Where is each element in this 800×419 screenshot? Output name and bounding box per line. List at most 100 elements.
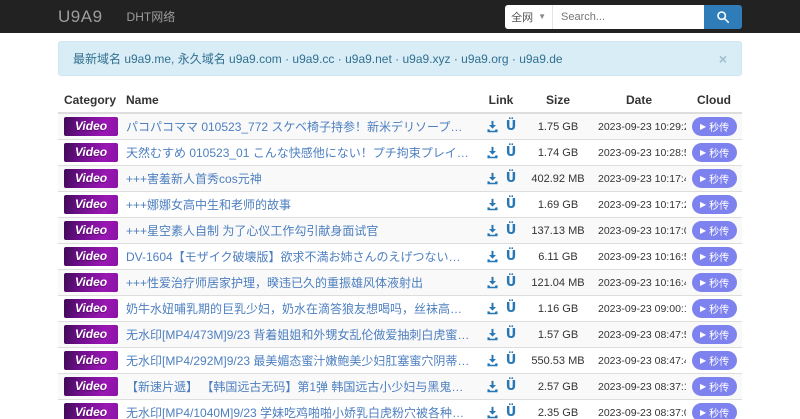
magnet-link-icon[interactable]: Ü	[506, 301, 517, 316]
magnet-link-icon[interactable]: Ü	[506, 405, 517, 419]
search-input[interactable]	[552, 4, 704, 29]
magnet-link-icon[interactable]: Ü	[506, 223, 517, 238]
download-torrent-icon[interactable]	[486, 328, 499, 341]
cloud-instant-upload-button[interactable]: ▶ 秒传	[692, 325, 738, 344]
close-icon[interactable]: ×	[719, 52, 727, 66]
torrent-name-link[interactable]: +++星空素人自制 为了心仪工作勾引献身面试官	[126, 222, 472, 239]
name-cell: 天然むすめ 010523_01 こんな快感他にない！プチ拘束プレイで絶頂イキ 高…	[120, 139, 478, 166]
torrent-name-link[interactable]: 无水印[MP4/292M]9/23 最美媚态蜜汁嫩鲍美少妇肛塞蜜穴阴蒂刺激翻倍炮…	[126, 352, 472, 369]
torrent-name-link[interactable]: +++娜娜女高中生和老师的故事	[126, 196, 472, 213]
cloud-instant-upload-button[interactable]: ▶ 秒传	[692, 377, 738, 396]
torrent-name-link[interactable]: 天然むすめ 010523_01 こんな快感他にない！プチ拘束プレイで絶頂イキ 高…	[126, 144, 472, 161]
cloud-instant-upload-button[interactable]: ▶ 秒传	[692, 221, 738, 240]
torrent-name-link[interactable]: 无水印[MP4/1040M]9/23 学妹吃鸡啪啪小娇乳白虎粉穴被各种姿势无套输…	[126, 404, 472, 419]
size-cell: 121.04 MB	[524, 269, 592, 296]
cloud-instant-upload-button[interactable]: ▶ 秒传	[692, 169, 738, 188]
category-cell: Video	[58, 113, 120, 140]
video-category-badge[interactable]: Video	[64, 169, 118, 188]
size-cell: 1.57 GB	[524, 321, 592, 348]
magnet-link-icon[interactable]: Ü	[506, 379, 517, 394]
magnet-link-icon[interactable]: Ü	[506, 145, 517, 160]
download-torrent-icon[interactable]	[486, 380, 499, 393]
link-cell: Ü	[478, 295, 524, 322]
video-category-badge[interactable]: Video	[64, 117, 118, 136]
download-torrent-icon[interactable]	[486, 172, 499, 185]
download-torrent-icon[interactable]	[486, 406, 499, 419]
torrent-name-link[interactable]: +++性爱治疗师居家护理，暌违已久的重振雄风体液射出	[126, 274, 472, 291]
torrent-name-link[interactable]: パコパコママ 010523_772 スケベ椅子持参！新米デリソープ嬢 一条まや	[126, 118, 472, 135]
cloud-button-label: 秒传	[709, 409, 730, 419]
table-row: Video 奶牛水妞哺乳期的巨乳少妇，奶水在滴答狼友想喝吗，丝袜高跟诱惑 Ü 1.16…	[58, 295, 742, 322]
cloud-instant-upload-button[interactable]: ▶ 秒传	[692, 195, 738, 214]
video-category-badge[interactable]: Video	[64, 221, 118, 240]
cloud-button-label: 秒传	[709, 201, 730, 212]
video-category-badge[interactable]: Video	[64, 195, 118, 214]
download-torrent-icon[interactable]	[486, 250, 499, 263]
cloud-cell: ▶ 秒传	[686, 139, 742, 166]
name-cell: 奶牛水妞哺乳期的巨乳少妇，奶水在滴答狼友想喝吗，丝袜高跟诱惑	[120, 295, 478, 322]
table-row: Video +++娜娜女高中生和老师的故事 Ü 1.69 GB 2023-09-23 1…	[58, 191, 742, 218]
torrent-name-link[interactable]: +++害羞新人首秀cos元神	[126, 170, 472, 187]
magnet-link-icon[interactable]: Ü	[506, 275, 517, 290]
cloud-instant-upload-button[interactable]: ▶ 秒传	[692, 143, 738, 162]
torrent-name-link[interactable]: 奶牛水妞哺乳期的巨乳少妇，奶水在滴答狼友想喝吗，丝袜高跟诱惑	[126, 300, 472, 317]
download-torrent-icon[interactable]	[486, 276, 499, 289]
size-cell: 402.92 MB	[524, 165, 592, 192]
link-cell: Ü	[478, 399, 524, 419]
brand-logo[interactable]: U9A9	[58, 7, 103, 27]
video-category-badge[interactable]: Video	[64, 351, 118, 370]
cloud-instant-upload-button[interactable]: ▶ 秒传	[692, 117, 738, 136]
category-cell: Video	[58, 321, 120, 348]
download-torrent-icon[interactable]	[486, 224, 499, 237]
magnet-link-icon[interactable]: Ü	[506, 197, 517, 212]
top-navbar: U9A9 DHT网络 全网 ▼	[0, 0, 800, 33]
name-cell: 无水印[MP4/1040M]9/23 学妹吃鸡啪啪小娇乳白虎粉穴被各种姿势无套输…	[120, 399, 478, 419]
torrent-name-link[interactable]: 无水印[MP4/473M]9/23 背着姐姐和外甥女乱伦做爱抽刺白虎蜜鲍白带都干…	[126, 326, 472, 343]
video-category-badge[interactable]: Video	[64, 247, 118, 266]
link-cell: Ü	[478, 191, 524, 218]
video-category-badge[interactable]: Video	[64, 273, 118, 292]
date-cell: 2023-09-23 10:17:48	[592, 165, 686, 192]
play-icon: ▶	[700, 148, 707, 157]
download-torrent-icon[interactable]	[486, 354, 499, 367]
cloud-instant-upload-button[interactable]: ▶ 秒传	[692, 403, 738, 419]
magnet-link-icon[interactable]: Ü	[506, 327, 517, 342]
download-torrent-icon[interactable]	[486, 198, 499, 211]
magnet-link-icon[interactable]: Ü	[506, 119, 517, 134]
nav-item-dht[interactable]: DHT网络	[127, 8, 176, 25]
table-row: Video +++性爱治疗师居家护理，暌违已久的重振雄风体液射出 Ü 121.04 M…	[58, 269, 742, 296]
cloud-instant-upload-button[interactable]: ▶ 秒传	[692, 351, 738, 370]
video-category-badge[interactable]: Video	[64, 299, 118, 318]
category-cell: Video	[58, 191, 120, 218]
magnet-link-icon[interactable]: Ü	[506, 171, 517, 186]
category-cell: Video	[58, 399, 120, 419]
table-row: Video 无水印[MP4/292M]9/23 最美媚态蜜汁嫩鲍美少妇肛塞蜜穴阴蒂…	[58, 347, 742, 374]
magnet-link-icon[interactable]: Ü	[506, 353, 517, 368]
torrent-name-link[interactable]: 【新速片遞】 【韩国远古无码】第1弹 韩国远古小少妇与黑鬼大战，看着大屌在韩国女…	[126, 378, 472, 395]
date-cell: 2023-09-23 10:16:55	[592, 243, 686, 270]
cloud-instant-upload-button[interactable]: ▶ 秒传	[692, 299, 738, 318]
size-cell: 1.74 GB	[524, 139, 592, 166]
download-torrent-icon[interactable]	[486, 302, 499, 315]
video-category-badge[interactable]: Video	[64, 403, 118, 419]
download-torrent-icon[interactable]	[486, 120, 499, 133]
video-category-badge[interactable]: Video	[64, 325, 118, 344]
cloud-instant-upload-button[interactable]: ▶ 秒传	[692, 273, 738, 292]
download-torrent-icon[interactable]	[486, 146, 499, 159]
magnet-link-icon[interactable]: Ü	[506, 249, 517, 264]
cloud-button-label: 秒传	[709, 331, 730, 342]
torrent-name-link[interactable]: DV-1604【モザイク破壊版】欲求不満お姉さんのえげつないセックス 辰巳ゆい	[126, 248, 472, 265]
search-scope-select[interactable]: 全网 ▼	[505, 4, 552, 29]
header-date: Date	[592, 88, 686, 114]
date-cell: 2023-09-23 10:17:28	[592, 191, 686, 218]
cloud-instant-upload-button[interactable]: ▶ 秒传	[692, 247, 738, 266]
play-icon: ▶	[700, 408, 707, 417]
video-category-badge[interactable]: Video	[64, 377, 118, 396]
link-cell: Ü	[478, 139, 524, 166]
name-cell: +++星空素人自制 为了心仪工作勾引献身面试官	[120, 217, 478, 244]
chevron-down-icon: ▼	[538, 12, 546, 21]
cloud-button-label: 秒传	[709, 305, 730, 316]
header-cloud: Cloud	[686, 88, 742, 114]
video-category-badge[interactable]: Video	[64, 143, 118, 162]
search-button[interactable]	[704, 4, 742, 29]
